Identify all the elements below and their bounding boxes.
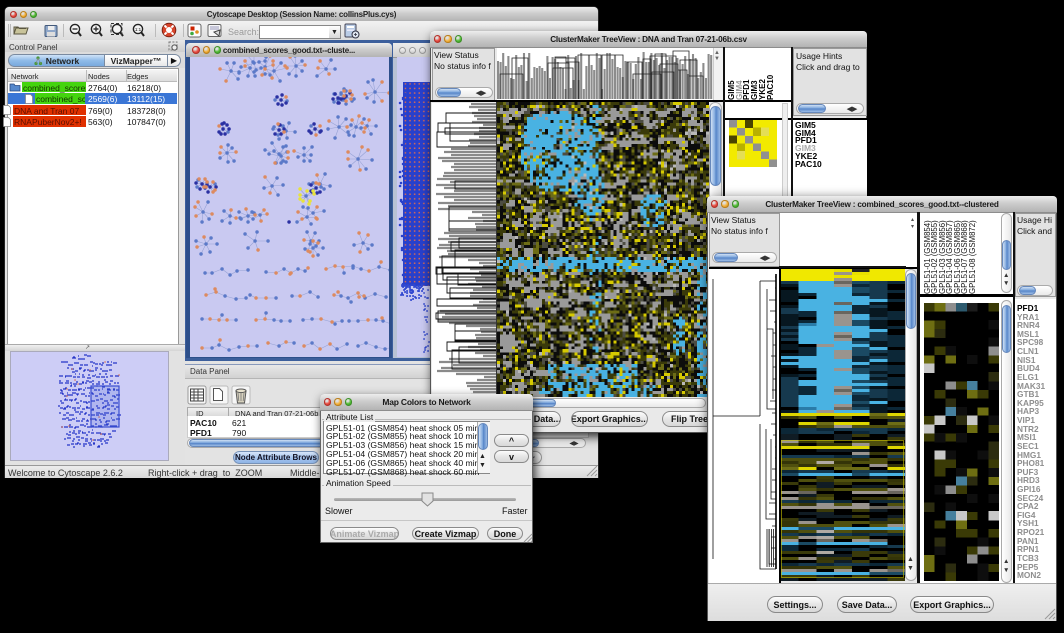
svg-text:1:1: 1:1 (135, 27, 142, 32)
